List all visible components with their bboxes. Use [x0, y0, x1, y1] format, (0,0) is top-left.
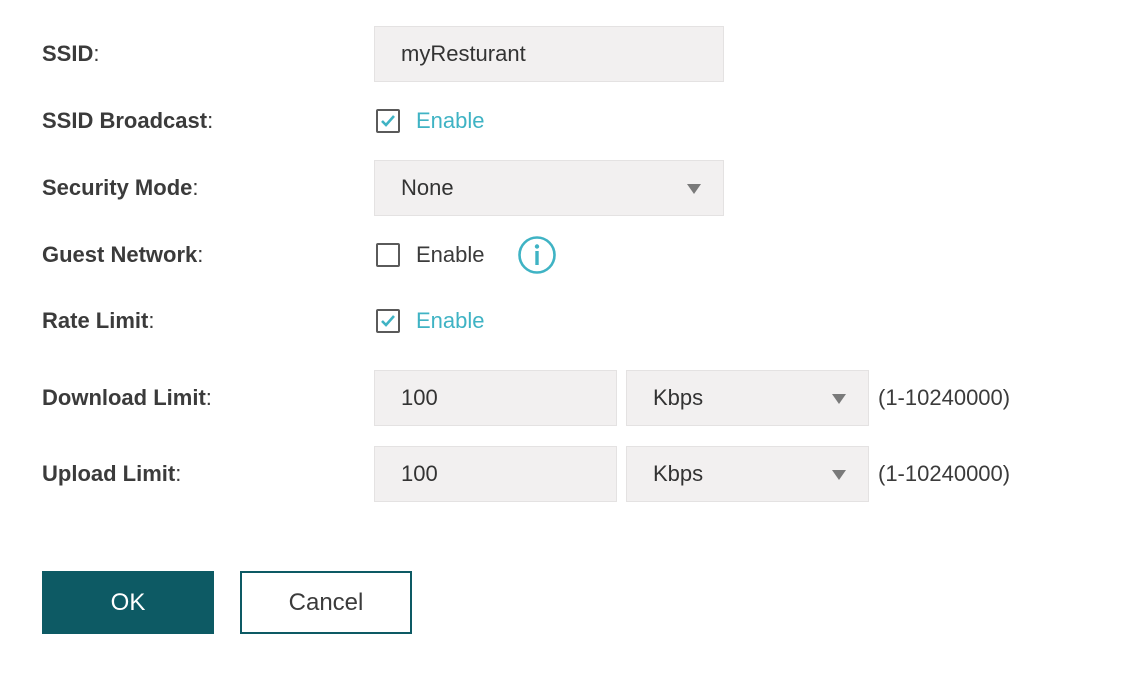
- info-circle-icon[interactable]: [517, 235, 557, 275]
- ssid-input[interactable]: myResturant: [374, 26, 724, 82]
- upload-limit-row: Upload Limit: 100 Kbps (1-10240000): [0, 446, 1128, 502]
- wireless-settings-form: SSID: myResturant SSID Broadcast: Enable…: [0, 0, 1128, 674]
- checkbox-checked-icon: [376, 109, 400, 133]
- ssid-broadcast-label: SSID Broadcast:: [42, 108, 214, 133]
- rate-limit-enable-label: Enable: [416, 308, 485, 333]
- security-mode-select[interactable]: None: [374, 160, 724, 216]
- download-limit-input[interactable]: 100: [374, 370, 617, 426]
- ok-button[interactable]: OK: [42, 571, 214, 634]
- dropdown-arrow-icon: [832, 394, 846, 404]
- rate-limit-checkbox[interactable]: Enable: [376, 308, 485, 334]
- guest-network-label: Guest Network:: [42, 242, 204, 267]
- download-limit-value: 100: [401, 385, 438, 410]
- upload-unit-value: Kbps: [653, 461, 704, 486]
- upload-limit-input[interactable]: 100: [374, 446, 617, 502]
- rate-limit-label: Rate Limit:: [42, 308, 155, 333]
- upload-limit-range: (1-10240000): [878, 461, 1011, 486]
- security-mode-value: None: [401, 175, 454, 200]
- checkbox-unchecked-icon: [376, 243, 400, 267]
- download-limit-label: Download Limit:: [42, 385, 212, 410]
- ssid-broadcast-checkbox[interactable]: Enable: [376, 108, 485, 134]
- ssid-broadcast-row: SSID Broadcast: Enable: [0, 93, 1128, 149]
- ssid-broadcast-enable-label: Enable: [416, 108, 485, 133]
- guest-network-checkbox[interactable]: Enable: [376, 242, 485, 268]
- checkbox-checked-icon: [376, 309, 400, 333]
- guest-network-row: Guest Network: Enable: [0, 227, 1128, 283]
- security-mode-label: Security Mode:: [42, 175, 199, 200]
- guest-network-enable-label: Enable: [416, 242, 485, 267]
- upload-limit-label: Upload Limit:: [42, 461, 182, 486]
- download-limit-row: Download Limit: 100 Kbps (1-10240000): [0, 370, 1128, 426]
- ssid-row: SSID: myResturant: [0, 26, 1128, 82]
- upload-limit-value: 100: [401, 461, 438, 486]
- security-mode-row: Security Mode: None: [0, 160, 1128, 216]
- dropdown-arrow-icon: [832, 470, 846, 480]
- cancel-button[interactable]: Cancel: [240, 571, 412, 634]
- download-unit-select[interactable]: Kbps: [626, 370, 869, 426]
- ssid-label: SSID:: [42, 41, 100, 66]
- upload-unit-select[interactable]: Kbps: [626, 446, 869, 502]
- ssid-value: myResturant: [401, 41, 526, 66]
- download-unit-value: Kbps: [653, 385, 704, 410]
- dropdown-arrow-icon: [687, 184, 701, 194]
- rate-limit-row: Rate Limit: Enable: [0, 293, 1128, 349]
- download-limit-range: (1-10240000): [878, 385, 1011, 410]
